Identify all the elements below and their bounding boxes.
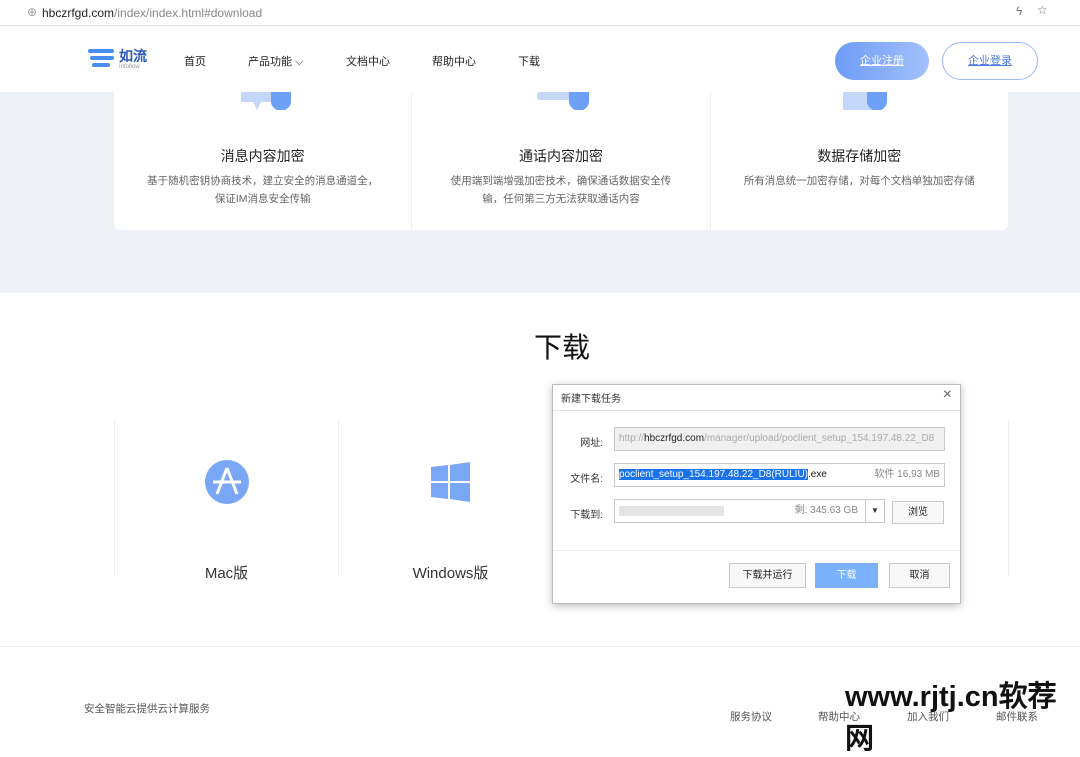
chevron-down-icon: ⌵ xyxy=(295,56,304,68)
feature-title: 通话内容加密 xyxy=(518,148,603,164)
dropdown-arrow-icon[interactable]: ▼ xyxy=(865,500,884,522)
card-divider xyxy=(1008,420,1009,576)
feature-desc: 所有消息统一加密存储，对每个文档单独加密存储 xyxy=(743,175,975,187)
url-path: /index/index.html#download xyxy=(114,6,263,20)
url-label: 网址: xyxy=(580,438,603,449)
windows-download-card[interactable]: Windows版 xyxy=(338,420,562,582)
browse-button[interactable]: 浏览 xyxy=(892,501,944,524)
mac-download-card[interactable]: Mac版 xyxy=(114,420,338,582)
logo-subtext: Infoflow xyxy=(119,64,140,70)
windows-icon xyxy=(431,462,470,502)
feature-desc: 使用端到端增强加密技术，确保通话数据安全传输，任何第三方无法获取通话内容 xyxy=(450,175,672,205)
nav-home[interactable]: 首页 xyxy=(184,53,206,69)
shield-icon: ⊕ xyxy=(27,5,38,19)
download-and-run-button[interactable]: 下载并运行 xyxy=(729,563,806,588)
url-rest: /manager/upload/poclient_setup_154.197.4… xyxy=(704,433,935,444)
dialog-titlebar: 新建下载任务 × xyxy=(553,385,960,411)
mac-label: Mac版 xyxy=(204,565,249,582)
login-button[interactable]: 企业登录 xyxy=(942,42,1038,80)
close-icon[interactable]: × xyxy=(943,386,952,404)
site-header: 如流 Infoflow 首页 产品功能 ⌵ 文档中心 帮助中心 下载 企业注册 … xyxy=(0,26,1080,92)
url-text[interactable]: hbczrfgd.com/index/index.html#download xyxy=(42,6,262,20)
feature-message-encryption: 消息内容加密 基于随机密钥协商技术，建立安全的消息通道全，保证IM消息安全传输 xyxy=(114,92,413,230)
nav-help[interactable]: 帮助中心 xyxy=(432,53,476,69)
feature-call-encryption: 通话内容加密 使用端到端增强加密技术，确保通话数据安全传输，任何第三方无法获取通… xyxy=(412,92,711,230)
footer-link-terms[interactable]: 服务协议 xyxy=(730,709,772,724)
feature-title: 消息内容加密 xyxy=(220,148,305,164)
download-button[interactable]: 下载 xyxy=(815,563,878,588)
cancel-button[interactable]: 取消 xyxy=(889,563,950,588)
app-store-icon xyxy=(205,460,249,504)
new-download-dialog: 新建下载任务 × 网址: http://hbczrfgd.com/manager… xyxy=(552,384,961,604)
watermark: www.rjtj.cn软荐网 xyxy=(845,681,1057,755)
logo-text: 如流 xyxy=(119,48,147,64)
star-icon[interactable]: ☆ xyxy=(1037,3,1048,17)
nav-products[interactable]: 产品功能 ⌵ xyxy=(248,53,303,69)
features-card: 消息内容加密 基于随机密钥协商技术，建立安全的消息通道全，保证IM消息安全传输 … xyxy=(114,92,1008,230)
nav-docs[interactable]: 文档中心 xyxy=(346,53,390,69)
filename-selected: poclient_setup_154.197.48.22_D8(RULIU) xyxy=(619,469,809,480)
filename-label: 文件名: xyxy=(570,474,603,485)
file-info: 软件 16.93 MB xyxy=(874,469,940,480)
feature-desc: 基于随机密钥协商技术，建立安全的消息通道全，保证IM消息安全传输 xyxy=(147,175,379,205)
download-title: 下载 xyxy=(533,332,590,363)
free-space: 剩: 345.63 GB xyxy=(794,505,858,516)
register-button[interactable]: 企业注册 xyxy=(835,42,929,80)
url-domain: hbczrfgd.com xyxy=(42,6,115,20)
filename-input[interactable]: poclient_setup_154.197.48.22_D8(RULIU).e… xyxy=(614,463,945,487)
call-shield-icon xyxy=(536,92,589,110)
lightning-icon[interactable]: ϟ xyxy=(1016,4,1022,18)
url-domain: hbczrfgd.com xyxy=(644,433,705,444)
windows-label: Windows版 xyxy=(412,565,489,582)
url-field[interactable]: http://hbczrfgd.com/manager/upload/pocli… xyxy=(614,427,945,451)
dest-label: 下载到: xyxy=(570,510,603,521)
dest-path-input[interactable]: 剩: 345.63 GB ▼ xyxy=(614,499,885,523)
feature-title: 数据存储加密 xyxy=(817,148,902,164)
footer-divider xyxy=(0,646,1080,647)
nav-products-label: 产品功能 xyxy=(248,56,292,68)
feature-storage-encryption: 数据存储加密 所有消息统一加密存储，对每个文档单独加密存储 xyxy=(711,92,1008,230)
blurred-path xyxy=(619,506,724,516)
dialog-divider xyxy=(553,550,960,551)
storage-shield-icon xyxy=(843,92,888,110)
filename-ext: .exe xyxy=(808,469,827,480)
logo-icon[interactable] xyxy=(88,47,116,71)
url-prefix: http:// xyxy=(619,433,645,444)
message-shield-icon xyxy=(240,92,291,110)
dialog-title: 新建下载任务 xyxy=(561,394,621,405)
address-bar[interactable]: ⊕ hbczrfgd.com/index/index.html#download… xyxy=(0,0,1080,26)
nav-download[interactable]: 下载 xyxy=(518,53,540,69)
footer-tagline: 安全智能云提供云计算服务 xyxy=(84,703,210,715)
